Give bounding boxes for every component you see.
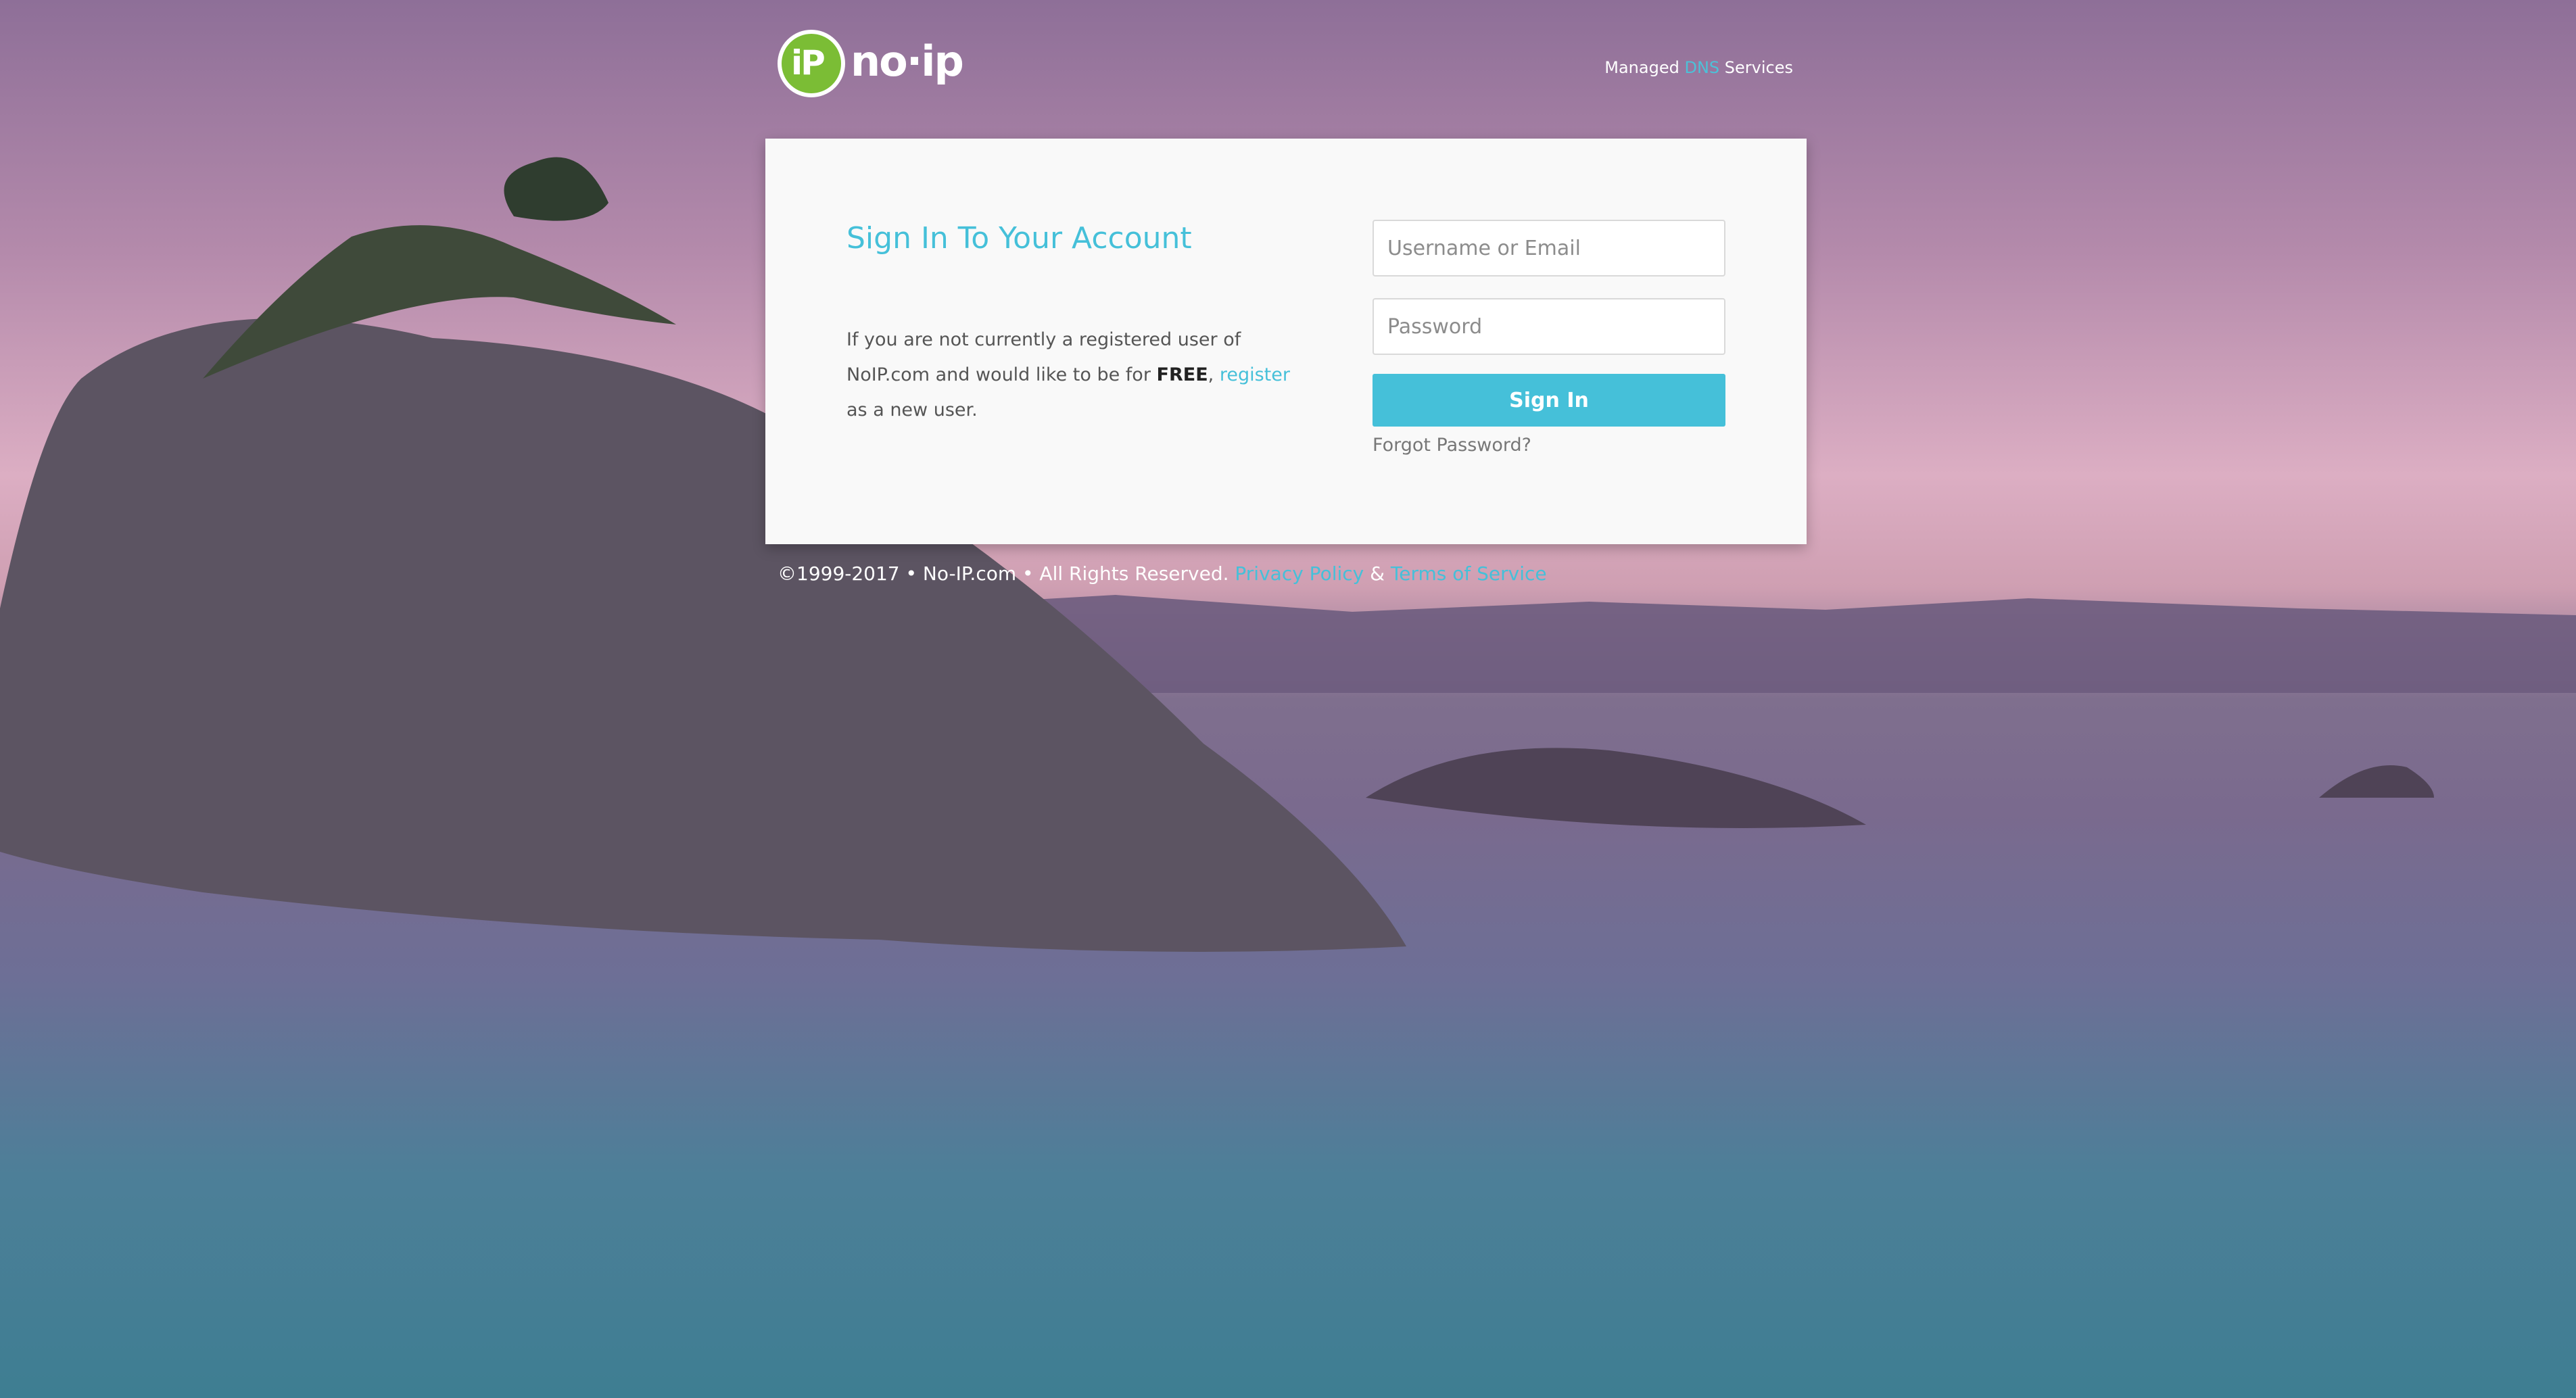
terms-of-service-link[interactable]: Terms of Service bbox=[1391, 562, 1547, 585]
register-link[interactable]: register bbox=[1220, 364, 1290, 385]
sign-in-button[interactable]: Sign In bbox=[1373, 374, 1725, 427]
password-input[interactable] bbox=[1373, 298, 1725, 355]
intro-comma: , bbox=[1208, 364, 1214, 385]
logo-wordmark: no·ip bbox=[851, 37, 964, 86]
signin-card: Sign In To Your Account If you are not c… bbox=[765, 139, 1807, 544]
free-label: FREE bbox=[1156, 364, 1208, 385]
intro-text: If you are not currently a registered us… bbox=[846, 322, 1306, 428]
page-title: Sign In To Your Account bbox=[846, 221, 1192, 256]
privacy-policy-link[interactable]: Privacy Policy bbox=[1235, 562, 1364, 585]
tagline-accent: DNS bbox=[1684, 58, 1720, 77]
tagline-suffix: Services bbox=[1724, 58, 1793, 77]
username-input[interactable] bbox=[1373, 220, 1725, 276]
intro-after: as a new user. bbox=[846, 400, 978, 420]
tagline-prefix: Managed bbox=[1604, 58, 1679, 77]
no-ip-logo-icon: iP bbox=[778, 30, 845, 97]
forgot-password-link[interactable]: Forgot Password? bbox=[1373, 435, 1531, 456]
tagline: Managed DNS Services bbox=[1604, 58, 1793, 77]
footer-ampersand: & bbox=[1370, 562, 1385, 585]
footer: ©1999-2017 • No-IP.com • All Rights Rese… bbox=[778, 562, 1547, 585]
logo-badge-text: iP bbox=[791, 43, 826, 82]
no-ip-logo[interactable]: iP no·ip bbox=[778, 30, 964, 100]
copyright-text: ©1999-2017 • No-IP.com • All Rights Rese… bbox=[778, 562, 1229, 585]
